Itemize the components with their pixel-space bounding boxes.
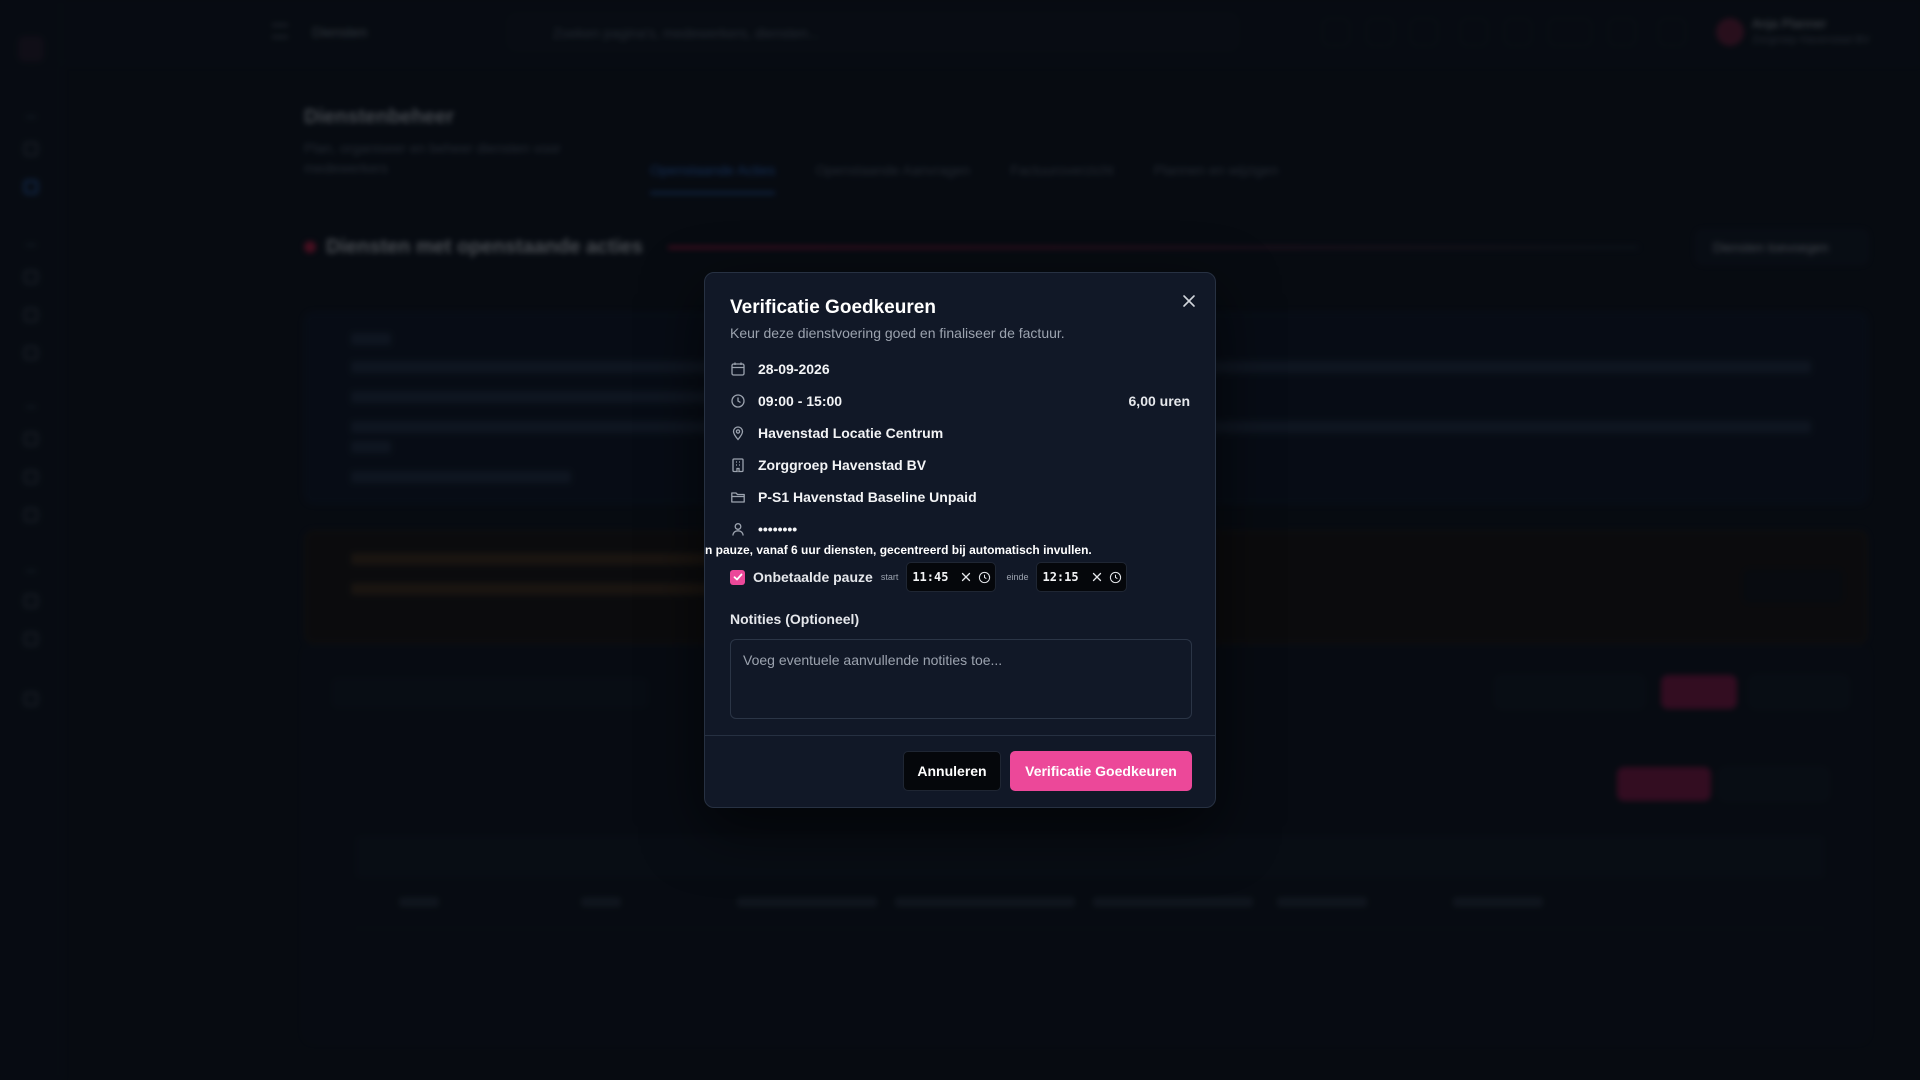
notes-textarea[interactable] — [730, 639, 1192, 719]
map-pin-icon — [730, 425, 746, 441]
start-time-label: start — [880, 572, 899, 582]
pause-hint: n pauze, vanaf 6 uur diensten, gecentree… — [705, 543, 1092, 557]
shift-client: Zorggroep Havenstad BV — [758, 457, 927, 473]
date-row: 28-09-2026 — [730, 359, 1190, 379]
pause-end-value: 12:15 — [1042, 570, 1079, 584]
clear-start-icon[interactable] — [960, 571, 972, 583]
close-button[interactable] — [1177, 289, 1201, 313]
unpaid-pause-label[interactable]: Onbetaalde pauze — [753, 569, 873, 585]
shift-hours: 6,00 uren — [1128, 393, 1190, 409]
pause-end-input[interactable]: 12:15 — [1036, 562, 1127, 592]
check-icon — [733, 573, 742, 581]
shift-project: P-S1 Havenstad Baseline Unpaid — [758, 489, 977, 505]
building-icon — [730, 457, 746, 473]
shift-date: 28-09-2026 — [758, 361, 830, 377]
notes-label: Notities (Optioneel) — [730, 611, 860, 627]
approve-verification-dialog: Verificatie Goedkeuren Keur deze dienstv… — [704, 272, 1216, 808]
client-row: Zorggroep Havenstad BV — [730, 455, 1190, 475]
pause-start-value: 11:45 — [912, 570, 949, 584]
employee-row: •••••••• — [730, 519, 1190, 539]
dialog-title: Verificatie Goedkeuren — [730, 297, 936, 318]
unpaid-pause-row: Onbetaalde pauze start 11:45 einde 12:15 — [730, 561, 1137, 593]
pause-start-input[interactable]: 11:45 — [906, 562, 997, 592]
footer-divider — [705, 735, 1215, 736]
start-clock-icon[interactable] — [978, 571, 991, 584]
end-time-label: einde — [1006, 572, 1029, 582]
close-icon — [1183, 295, 1195, 307]
dialog-subtitle: Keur deze dienstvoering goed en finalise… — [730, 325, 1065, 341]
shift-time: 09:00 - 15:00 — [758, 393, 843, 409]
clock-icon — [730, 393, 746, 409]
user-icon — [730, 521, 746, 537]
calendar-icon — [730, 361, 746, 377]
project-row: P-S1 Havenstad Baseline Unpaid — [730, 487, 1190, 507]
approve-verification-button[interactable]: Verificatie Goedkeuren — [1010, 751, 1192, 791]
time-row: 09:00 - 15:00 6,00 uren — [730, 391, 1190, 411]
clear-end-icon[interactable] — [1091, 571, 1103, 583]
location-row: Havenstad Locatie Centrum — [730, 423, 1190, 443]
shift-employee: •••••••• — [758, 521, 798, 537]
folder-icon — [730, 489, 746, 505]
cancel-button[interactable]: Annuleren — [903, 751, 1001, 791]
end-clock-icon[interactable] — [1109, 571, 1122, 584]
unpaid-pause-checkbox[interactable] — [730, 569, 745, 585]
shift-location: Havenstad Locatie Centrum — [758, 425, 944, 441]
